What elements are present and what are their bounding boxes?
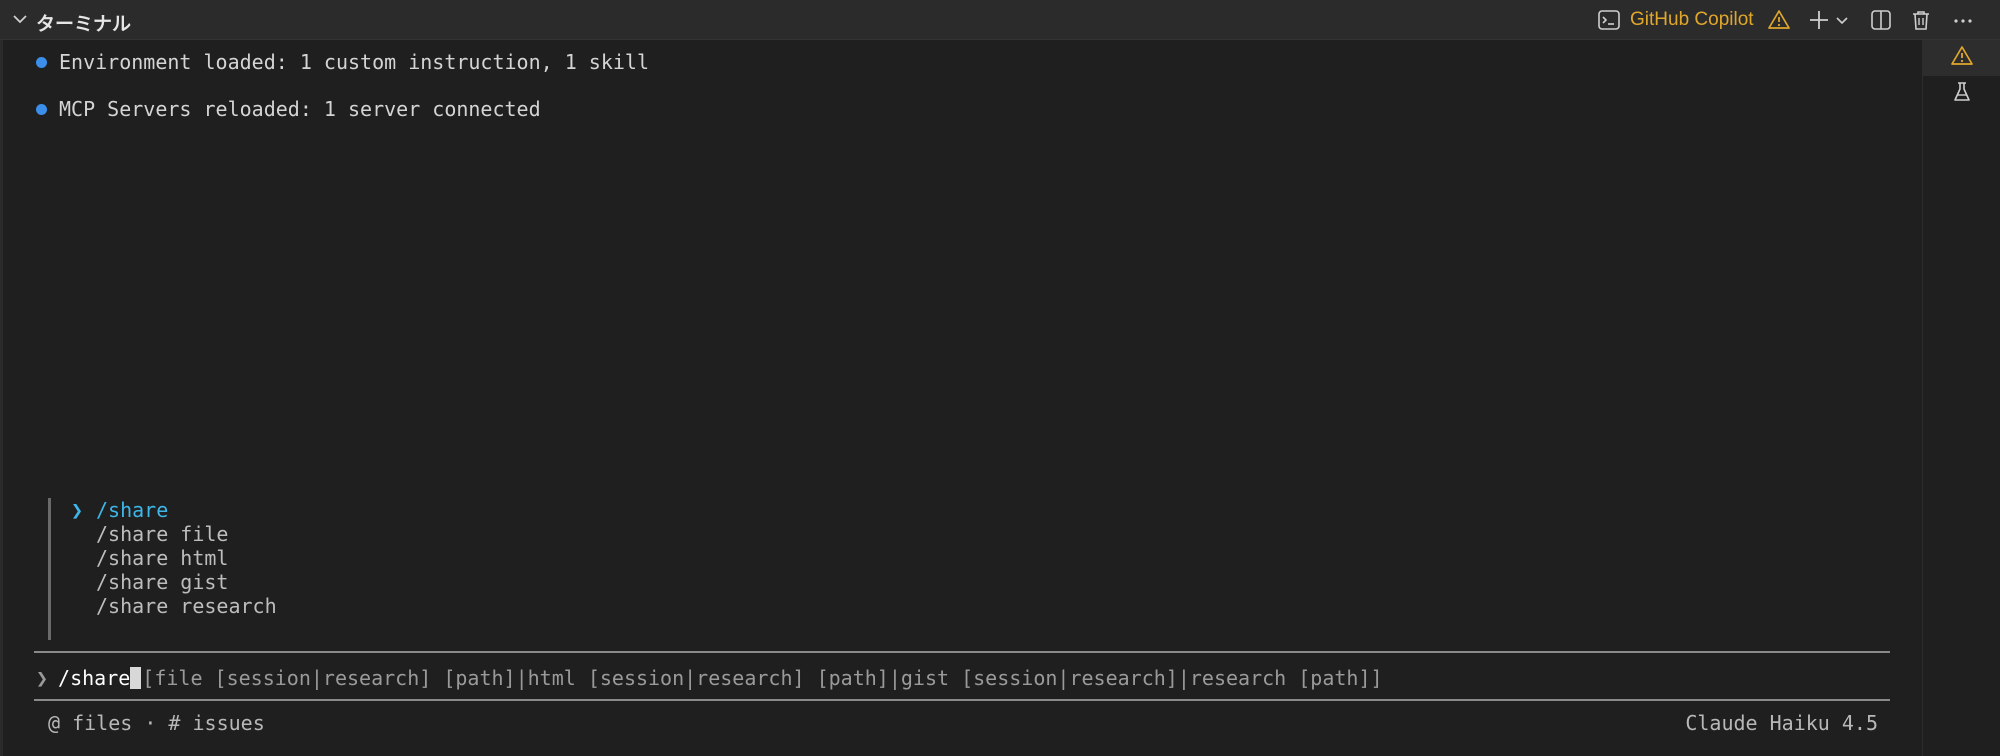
beaker-icon (1950, 80, 1974, 109)
suggestion-item[interactable]: /share file (71, 522, 277, 546)
trash-icon[interactable] (1908, 7, 1934, 33)
terminal-tabs-rail (1922, 40, 2000, 756)
warning-icon (1950, 44, 1974, 73)
suggestion-label: /share file (96, 522, 229, 546)
command-suggestions: ❯ /share /share file /share html /share g… (48, 498, 277, 640)
suggestion-item[interactable]: /share html (71, 546, 277, 570)
rail-warning-tab[interactable] (1923, 40, 2000, 76)
suggestion-label: /share html (96, 546, 229, 570)
warning-icon[interactable] (1766, 7, 1792, 33)
status-message: Environment loaded: 1 custom instruction… (36, 47, 649, 77)
status-dot-icon (36, 103, 47, 115)
copilot-terminal-label[interactable]: GitHub Copilot (1630, 7, 1754, 33)
status-message-text: MCP Servers reloaded: 1 server connected (59, 97, 541, 121)
suggestion-item[interactable]: ❯ /share (71, 498, 277, 522)
model-label[interactable]: Claude Haiku 4.5 (1685, 711, 1878, 735)
panel-title[interactable]: ターミナル (36, 9, 131, 36)
command-text: /share (58, 666, 131, 690)
prompt-icon: ❯ (36, 666, 49, 690)
ellipsis-icon[interactable] (1950, 7, 1976, 33)
panel-header: ターミナル GitHub Copilot (0, 0, 2000, 40)
input-top-divider (34, 651, 1890, 653)
context-shortcuts: @ files · # issues (48, 711, 265, 735)
status-message: MCP Servers reloaded: 1 server connected (36, 94, 541, 124)
selection-caret-icon: ❯ (71, 498, 84, 522)
split-icon[interactable] (1868, 7, 1894, 33)
suggestion-label: /share gist (96, 570, 229, 594)
suggestion-label: /share research (96, 594, 277, 618)
input-bottom-divider (34, 699, 1890, 701)
plus-icon[interactable] (1806, 7, 1832, 33)
status-message-text: Environment loaded: 1 custom instruction… (59, 50, 650, 74)
argument-hint: [file [session|research] [path]|html [se… (142, 666, 1383, 690)
suggestion-item[interactable]: /share research (71, 594, 277, 618)
terminal-icon[interactable] (1596, 7, 1622, 33)
rail-test-tab[interactable] (1923, 76, 2000, 112)
terminal-output[interactable]: Environment loaded: 1 custom instruction… (0, 40, 1922, 756)
text-cursor (130, 667, 142, 689)
command-input[interactable]: ❯ /share [file [session|research] [path]… (36, 664, 1383, 692)
suggestion-item[interactable]: /share gist (71, 570, 277, 594)
panel-edge (0, 40, 3, 756)
suggestion-label: /share (96, 498, 169, 522)
status-dot-icon (36, 56, 47, 68)
chevron-down-icon[interactable] (10, 9, 30, 29)
terminal-panel: ターミナル GitHub Copilot Environment loaded:… (0, 0, 2000, 756)
chevron-down-icon[interactable] (1834, 7, 1850, 33)
